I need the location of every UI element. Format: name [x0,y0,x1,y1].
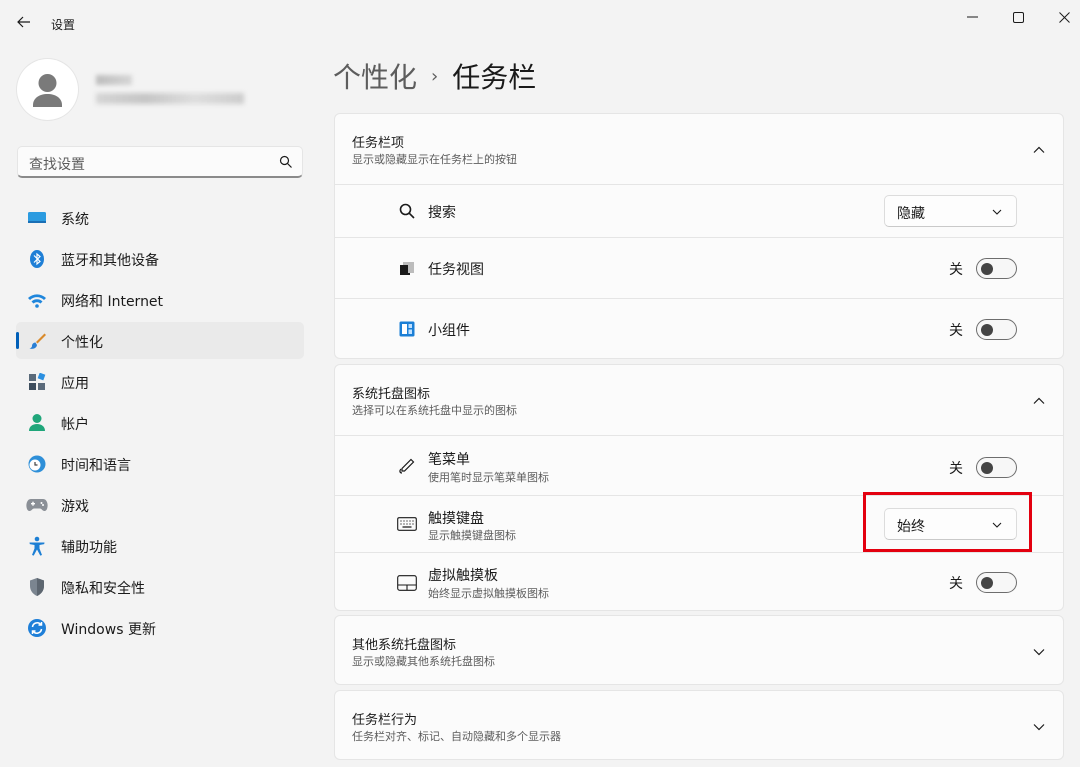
app-title: 设置 [51,18,76,32]
sidebar-item-system[interactable]: 系统 [16,199,304,236]
task-view-toggle[interactable] [976,258,1017,279]
back-button[interactable] [10,8,38,36]
back-arrow-icon [17,16,30,28]
setting-row-task-view: 任务视图 关 [335,237,1063,298]
maximize-button[interactable] [1001,4,1035,30]
close-button[interactable] [1047,4,1080,30]
user-name-redacted [96,75,132,85]
system-display-icon [26,208,48,228]
section-system-tray-icons: 系统托盘图标 选择可以在系统托盘中显示的图标 笔菜单 使用笔时显示笔菜单图标 关… [334,364,1064,611]
windows-update-icon [26,618,48,638]
sidebar-item-personalization[interactable]: 个性化 [16,322,304,359]
chevron-down-icon [992,209,1002,215]
search-input[interactable]: 查找设置 [17,146,303,178]
chevron-up-icon [1033,397,1045,404]
search-icon [279,155,292,168]
search-placeholder: 查找设置 [29,157,85,173]
sidebar-item-bluetooth[interactable]: 蓝牙和其他设备 [16,240,304,277]
gamepad-icon [26,495,48,515]
minimize-button[interactable] [955,4,989,30]
accessibility-icon [26,536,48,556]
chevron-down-icon [1033,649,1045,656]
maximize-icon [1012,11,1024,23]
minimize-icon [966,16,978,18]
section-header-system-tray-icons[interactable]: 系统托盘图标 选择可以在系统托盘中显示的图标 [335,365,1063,435]
section-taskbar-behaviors[interactable]: 任务栏行为 任务栏对齐、标记、自动隐藏和多个显示器 [334,690,1064,760]
user-profile[interactable] [17,59,307,121]
setting-row-pen-menu: 笔菜单 使用笔时显示笔菜单图标 关 [335,435,1063,495]
setting-row-search: 搜索 隐藏 [335,184,1063,237]
task-view-icon [397,258,417,278]
sidebar-item-network[interactable]: 网络和 Internet [16,281,304,318]
paintbrush-icon [26,331,48,351]
search-mode-dropdown[interactable]: 隐藏 [884,195,1017,227]
sidebar-item-accessibility[interactable]: 辅助功能 [16,527,304,564]
search-icon [397,201,417,221]
touchpad-icon [397,573,417,593]
widgets-icon [397,319,417,339]
sidebar-item-time-language[interactable]: 时间和语言 [16,445,304,482]
selection-indicator [16,332,19,349]
keyboard-icon [397,514,417,534]
account-person-icon [26,413,48,433]
breadcrumb-separator: › [431,65,439,87]
section-header-taskbar-items[interactable]: 任务栏项 显示或隐藏显示在任务栏上的按钮 [335,114,1063,184]
virtual-touchpad-toggle[interactable] [976,572,1017,593]
apps-icon [26,372,48,392]
page-title: 任务栏 [452,61,537,94]
widgets-toggle[interactable] [976,319,1017,340]
user-email-redacted [96,93,244,104]
sidebar-item-accounts[interactable]: 帐户 [16,404,304,441]
sidebar-item-windows-update[interactable]: Windows 更新 [16,609,304,646]
bluetooth-icon [26,249,48,269]
close-icon [1058,11,1070,23]
sidebar-item-apps[interactable]: 应用 [16,363,304,400]
sidebar-nav: 系统 蓝牙和其他设备 网络和 Internet 个性化 应用 帐户 时间和语言 … [16,199,304,650]
breadcrumb: 个性化 › 任务栏 [333,56,536,96]
title-bar: 设置 [0,0,1080,46]
person-icon [33,74,62,107]
section-taskbar-items: 任务栏项 显示或隐藏显示在任务栏上的按钮 搜索 隐藏 任务视图 关 小组件 关 [334,113,1064,359]
section-other-tray-icons[interactable]: 其他系统托盘图标 显示或隐藏其他系统托盘图标 [334,615,1064,685]
setting-row-widgets: 小组件 关 [335,298,1063,359]
pen-menu-toggle[interactable] [976,457,1017,478]
clock-globe-icon [26,454,48,474]
breadcrumb-parent[interactable]: 个性化 [333,56,417,96]
chevron-down-icon [1033,724,1045,731]
wifi-icon [26,290,48,310]
sidebar-item-gaming[interactable]: 游戏 [16,486,304,523]
shield-icon [26,577,48,597]
highlight-annotation [863,492,1032,552]
avatar [17,59,78,120]
pen-icon [397,456,417,476]
setting-row-virtual-touchpad: 虚拟触摸板 始终显示虚拟触摸板图标 关 [335,552,1063,611]
sidebar-item-privacy[interactable]: 隐私和安全性 [16,568,304,605]
chevron-up-icon [1033,146,1045,153]
